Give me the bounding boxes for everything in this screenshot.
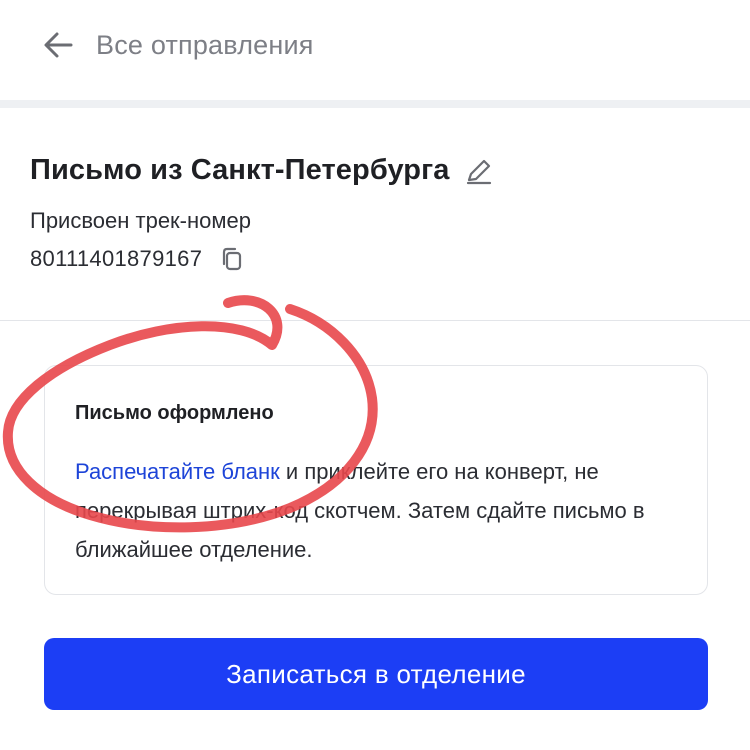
shipment-header: Письмо из Санкт-Петербурга Присвоен трек… <box>0 108 750 321</box>
card-title: Письмо оформлено <box>75 402 274 424</box>
title-row: Письмо из Санкт-Петербурга <box>30 154 494 187</box>
copy-icon[interactable] <box>218 245 246 273</box>
track-number-label: Присвоен трек-номер <box>30 208 251 233</box>
back-link[interactable]: Все отправления <box>40 22 314 68</box>
card-instructions: Распечатайте бланк и приклейте его на ко… <box>75 452 685 569</box>
shipment-page: Все отправления Письмо из Санкт-Петербур… <box>0 0 750 750</box>
arrow-left-icon[interactable] <box>40 27 76 63</box>
section-divider <box>0 100 750 108</box>
track-number: 80111401879167 <box>30 246 203 271</box>
status-info-card: Письмо оформлено Распечатайте бланк и пр… <box>44 365 708 595</box>
print-form-link[interactable]: Распечатайте бланк <box>75 459 280 484</box>
page-title: Письмо из Санкт-Петербурга <box>30 154 450 186</box>
track-number-row: 80111401879167 <box>30 245 246 273</box>
book-branch-visit-button[interactable]: Записаться в отделение <box>44 638 708 710</box>
pencil-icon[interactable] <box>464 156 494 186</box>
top-bar: Все отправления <box>0 0 750 100</box>
back-link-label[interactable]: Все отправления <box>96 30 314 61</box>
book-branch-visit-label[interactable]: Записаться в отделение <box>226 659 526 690</box>
